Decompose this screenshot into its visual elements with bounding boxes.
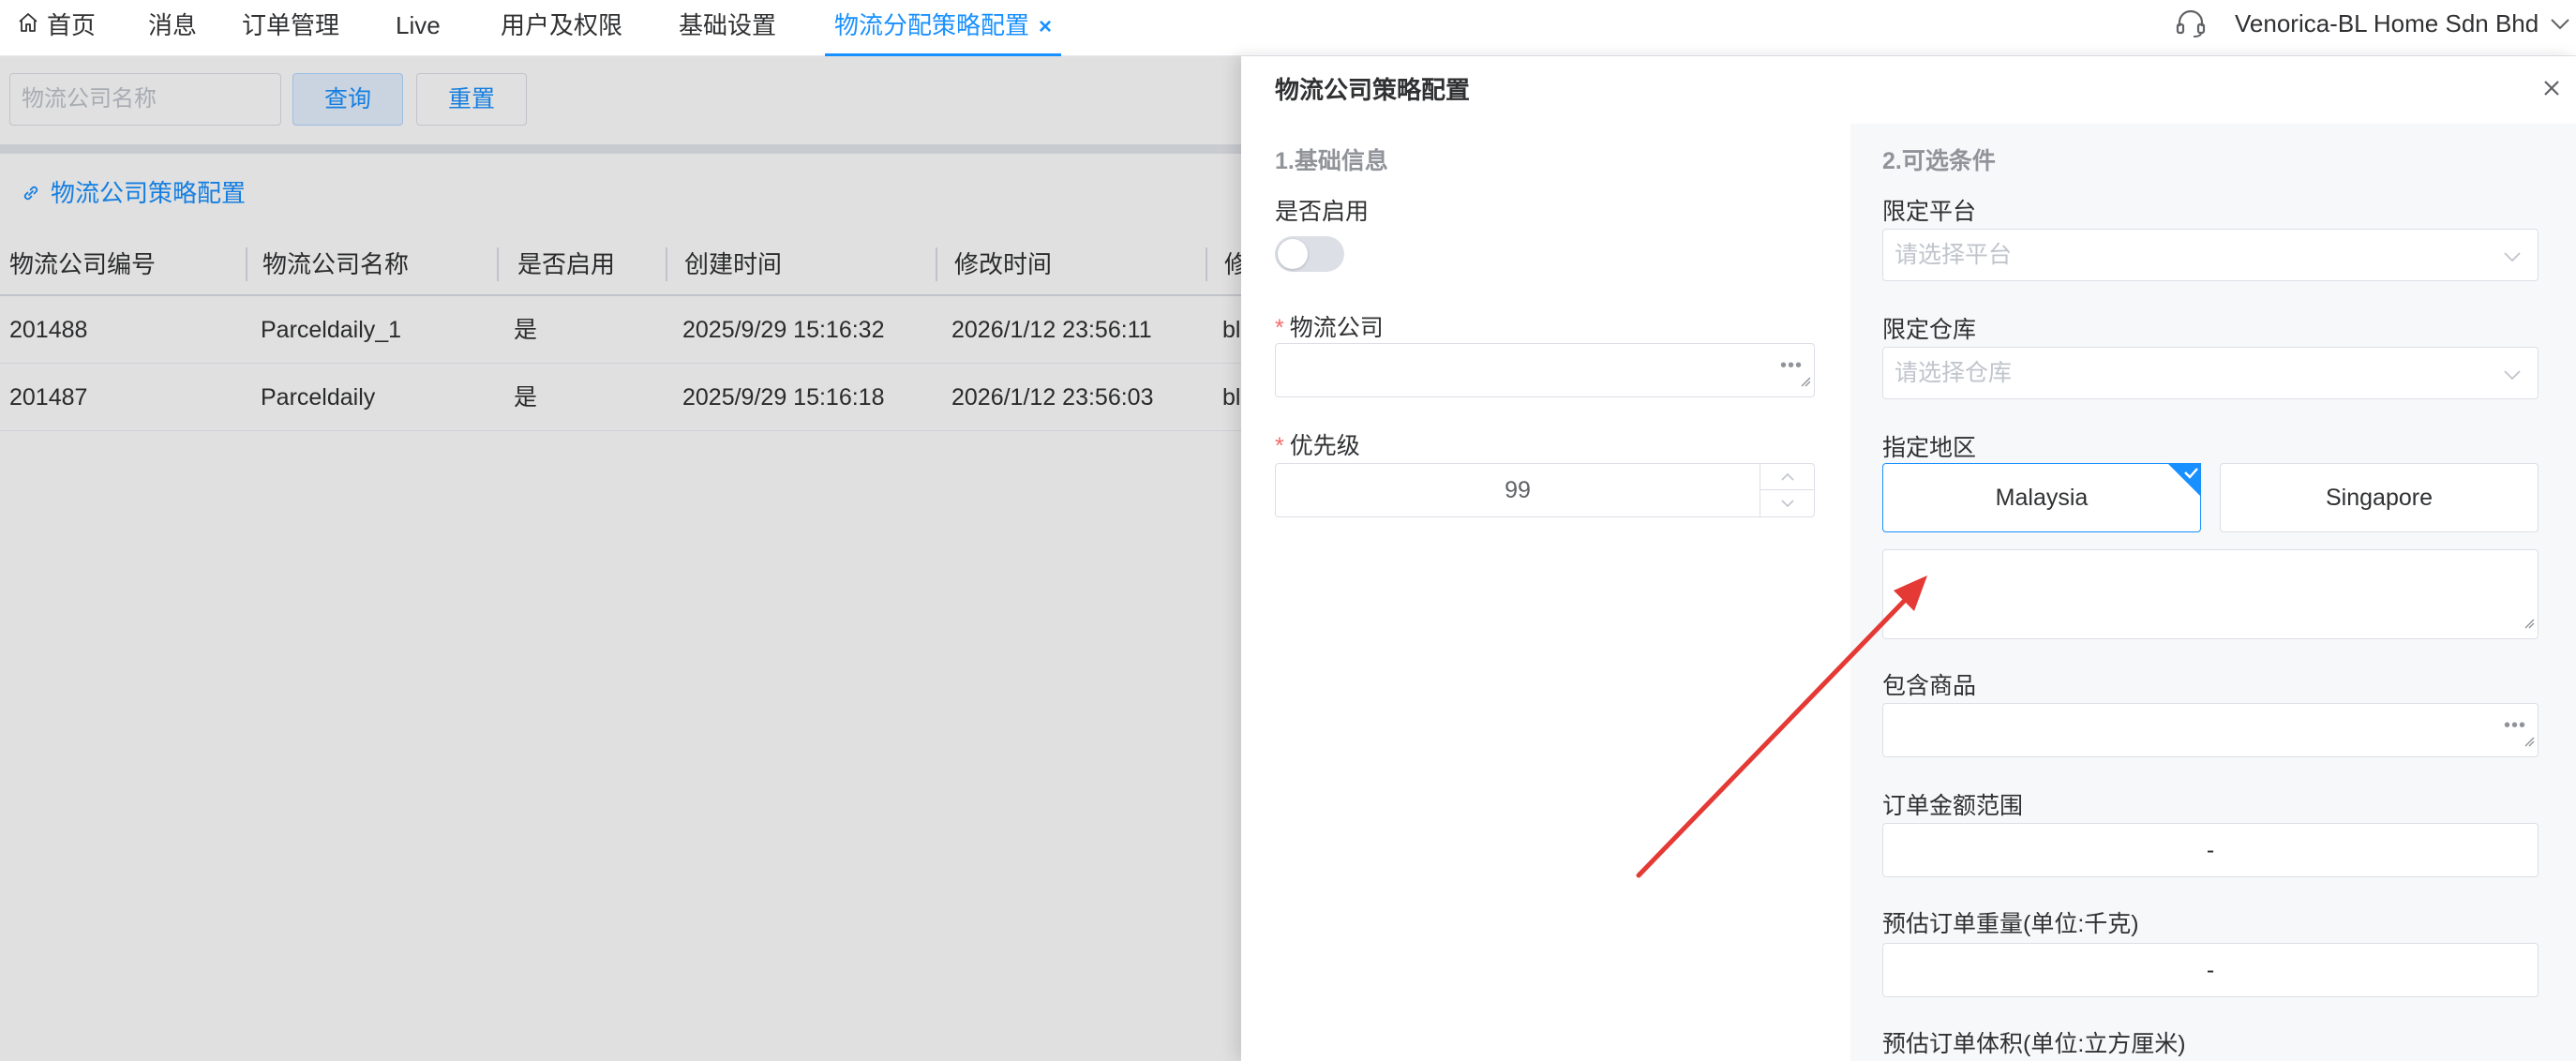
increase-button[interactable] — [1760, 464, 1814, 490]
nav-orders[interactable]: 订单管理 — [242, 0, 339, 56]
warehouse-select[interactable]: 请选择仓库 — [1882, 347, 2539, 399]
top-nav: 首页 消息 订单管理 Live 用户及权限 基础设置 物流分配策略配置 × Ven… — [0, 0, 2576, 56]
tab-label: 物流分配策略配置 — [834, 11, 1030, 39]
platform-label: 限定平台 — [1882, 199, 1977, 225]
warehouse-placeholder: 请选择仓库 — [1895, 360, 2013, 386]
resize-handle-icon[interactable] — [2524, 608, 2535, 635]
tab-close-icon[interactable]: × — [1039, 14, 1052, 39]
nav-live[interactable]: Live — [396, 0, 441, 56]
nav-users[interactable]: 用户及权限 — [501, 0, 622, 56]
region-malaysia[interactable]: Malaysia — [1882, 463, 2201, 532]
range-separator: - — [2206, 956, 2215, 983]
region-singapore-label: Singapore — [2326, 484, 2433, 511]
platform-select[interactable]: 请选择平台 — [1882, 229, 2539, 281]
resize-handle-icon[interactable] — [1800, 366, 1811, 394]
goods-field[interactable]: ••• — [1882, 703, 2539, 757]
close-icon[interactable] — [2542, 79, 2561, 102]
optional-section-title: 2.可选条件 — [1882, 148, 1996, 174]
amount-range-input[interactable]: - — [1882, 823, 2539, 877]
company-name[interactable]: Venorica-BL Home Sdn Bhd — [2235, 0, 2539, 51]
priority-value: 99 — [1505, 476, 1531, 503]
required-mark: * — [1275, 315, 1284, 341]
decrease-button[interactable] — [1760, 490, 1814, 516]
enable-label: 是否启用 — [1275, 199, 1370, 225]
chevron-up-icon — [1780, 472, 1794, 481]
chevron-down-icon[interactable] — [2548, 11, 2572, 40]
volume-label: 预估订单体积(单位:立方厘米) — [1882, 1031, 2186, 1057]
headset-icon[interactable] — [2173, 6, 2209, 46]
stepper-controls — [1760, 464, 1814, 516]
modal-overlay[interactable] — [0, 56, 1241, 1061]
chevron-down-icon — [1780, 500, 1794, 508]
company-label-text: 物流公司 — [1289, 315, 1384, 341]
arrow-annotation — [1636, 575, 1927, 878]
chevron-down-icon — [2502, 365, 2523, 392]
range-separator: - — [2206, 836, 2215, 863]
nav-home[interactable]: 首页 — [17, 0, 96, 56]
basic-section-title: 1.基础信息 — [1275, 148, 1388, 174]
weight-label: 预估订单重量(单位:千克) — [1882, 911, 2139, 937]
drawer-title: 物流公司策略配置 — [1275, 76, 1471, 104]
region-textarea[interactable] — [1882, 549, 2539, 639]
platform-placeholder: 请选择平台 — [1895, 242, 2013, 268]
priority-label-text: 优先级 — [1289, 433, 1360, 459]
region-singapore[interactable]: Singapore — [2220, 463, 2539, 532]
strategy-drawer: 物流公司策略配置 1.基础信息 是否启用 * 物流公司 ••• * 优先级 99 2… — [1241, 56, 2576, 1061]
switch-knob — [1278, 239, 1308, 269]
home-icon — [17, 0, 39, 51]
priority-label: * 优先级 — [1275, 427, 1360, 461]
weight-range-input[interactable]: - — [1882, 943, 2539, 997]
check-icon — [2167, 463, 2201, 503]
enable-switch[interactable] — [1275, 236, 1344, 272]
region-label: 指定地区 — [1882, 435, 1977, 461]
resize-handle-icon[interactable] — [2524, 726, 2535, 754]
company-field[interactable]: ••• — [1275, 343, 1815, 397]
required-mark: * — [1275, 433, 1284, 459]
priority-stepper[interactable]: 99 — [1275, 463, 1815, 517]
nav-home-label: 首页 — [47, 11, 97, 39]
tab-logistics-strategy[interactable]: 物流分配策略配置 × — [825, 0, 1062, 56]
nav-messages[interactable]: 消息 — [148, 0, 197, 56]
region-malaysia-label: Malaysia — [1995, 484, 2089, 511]
chevron-down-icon — [2502, 247, 2523, 274]
warehouse-label: 限定仓库 — [1882, 317, 1977, 343]
nav-settings[interactable]: 基础设置 — [679, 0, 776, 56]
company-label: * 物流公司 — [1275, 309, 1384, 343]
